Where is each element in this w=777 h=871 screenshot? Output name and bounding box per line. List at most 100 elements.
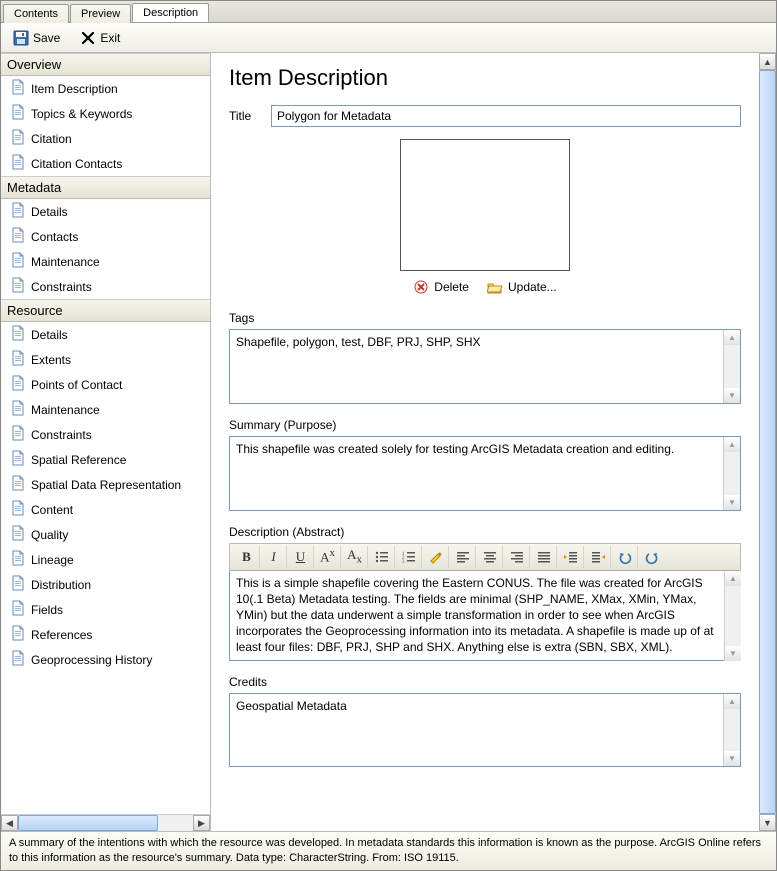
sidebar-item-label: Lineage bbox=[31, 553, 74, 567]
scroll-thumb[interactable] bbox=[18, 815, 158, 831]
rte-highlight-button[interactable] bbox=[423, 546, 449, 568]
tab-description[interactable]: Description bbox=[132, 3, 209, 22]
credits-scrollbar[interactable]: ▲▼ bbox=[723, 694, 740, 767]
top-tab-bar: Contents Preview Description bbox=[1, 1, 776, 23]
toolbar: Save Exit bbox=[1, 23, 776, 53]
sidebar-item-metadata-1[interactable]: Contacts bbox=[1, 224, 210, 249]
rte-align-justify-button[interactable] bbox=[531, 546, 557, 568]
document-icon bbox=[11, 450, 25, 469]
sidebar-item-resource-12[interactable]: References bbox=[1, 622, 210, 647]
document-icon bbox=[11, 600, 25, 619]
sidebar-item-label: Distribution bbox=[31, 578, 91, 592]
folder-open-icon bbox=[487, 279, 503, 295]
credits-textarea[interactable] bbox=[230, 694, 740, 767]
sidebar-item-resource-8[interactable]: Quality bbox=[1, 522, 210, 547]
thumbnail-box bbox=[400, 139, 570, 271]
thumbnail-update-button[interactable]: Update... bbox=[487, 279, 557, 295]
sidebar-header-resource: Resource bbox=[1, 299, 210, 322]
scroll-up-button[interactable]: ▲ bbox=[759, 53, 776, 70]
sidebar-item-resource-5[interactable]: Spatial Reference bbox=[1, 447, 210, 472]
thumbnail-update-label: Update... bbox=[508, 280, 557, 294]
sidebar-item-metadata-3[interactable]: Constraints bbox=[1, 274, 210, 299]
sidebar-item-resource-10[interactable]: Distribution bbox=[1, 572, 210, 597]
sidebar-item-resource-1[interactable]: Extents bbox=[1, 347, 210, 372]
status-bar: A summary of the intentions with which t… bbox=[1, 831, 776, 870]
thumbnail-delete-button[interactable]: Delete bbox=[413, 279, 469, 295]
sidebar-item-metadata-0[interactable]: Details bbox=[1, 199, 210, 224]
document-icon bbox=[11, 650, 25, 669]
sidebar-item-label: Details bbox=[31, 328, 68, 342]
sidebar-item-resource-9[interactable]: Lineage bbox=[1, 547, 210, 572]
document-icon bbox=[11, 625, 25, 644]
sidebar-item-resource-4[interactable]: Constraints bbox=[1, 422, 210, 447]
title-input[interactable] bbox=[271, 105, 741, 127]
sidebar-item-label: Content bbox=[31, 503, 73, 517]
tab-preview[interactable]: Preview bbox=[70, 4, 131, 23]
sidebar-item-overview-2[interactable]: Citation bbox=[1, 126, 210, 151]
tags-textarea[interactable] bbox=[230, 330, 740, 403]
document-icon bbox=[11, 375, 25, 394]
rte-undo-button[interactable] bbox=[612, 546, 638, 568]
sidebar-item-label: Quality bbox=[31, 528, 68, 542]
sidebar-item-label: Spatial Data Representation bbox=[31, 478, 181, 492]
description-editor[interactable]: This is a simple shapefile covering the … bbox=[229, 571, 741, 661]
rte-align-center-button[interactable] bbox=[477, 546, 503, 568]
document-icon bbox=[11, 227, 25, 246]
rte-subscript-button[interactable]: Ax bbox=[342, 546, 368, 568]
sidebar-item-resource-6[interactable]: Spatial Data Representation bbox=[1, 472, 210, 497]
sidebar-header-metadata: Metadata bbox=[1, 176, 210, 199]
exit-label: Exit bbox=[100, 31, 120, 45]
rte-numbered-list-button[interactable]: 123 bbox=[396, 546, 422, 568]
rte-indent-button[interactable] bbox=[585, 546, 611, 568]
sidebar-item-overview-0[interactable]: Item Description bbox=[1, 76, 210, 101]
svg-text:3: 3 bbox=[402, 560, 405, 565]
description-scrollbar[interactable]: ▲▼ bbox=[724, 571, 741, 661]
sidebar-item-label: Geoprocessing History bbox=[31, 653, 152, 667]
sidebar-item-resource-11[interactable]: Fields bbox=[1, 597, 210, 622]
rte-redo-button[interactable] bbox=[639, 546, 665, 568]
document-icon bbox=[11, 104, 25, 123]
document-icon bbox=[11, 425, 25, 444]
sidebar-horizontal-scrollbar[interactable]: ◀ ▶ bbox=[1, 814, 210, 831]
rte-bold-button[interactable]: B bbox=[234, 546, 260, 568]
rte-outdent-button[interactable] bbox=[558, 546, 584, 568]
sidebar-item-overview-3[interactable]: Citation Contacts bbox=[1, 151, 210, 176]
sidebar-header-overview: Overview bbox=[1, 53, 210, 76]
sidebar-item-label: Contacts bbox=[31, 230, 78, 244]
sidebar-item-resource-7[interactable]: Content bbox=[1, 497, 210, 522]
scroll-thumb[interactable] bbox=[759, 70, 776, 814]
sidebar-item-label: Topics & Keywords bbox=[31, 107, 132, 121]
scroll-down-button[interactable]: ▼ bbox=[759, 814, 776, 831]
document-icon bbox=[11, 79, 25, 98]
rte-align-left-button[interactable] bbox=[450, 546, 476, 568]
rte-superscript-button[interactable]: Ax bbox=[315, 546, 341, 568]
save-label: Save bbox=[33, 31, 60, 45]
thumbnail-delete-label: Delete bbox=[434, 280, 469, 294]
rte-italic-button[interactable]: I bbox=[261, 546, 287, 568]
summary-scrollbar[interactable]: ▲▼ bbox=[723, 437, 740, 510]
sidebar-item-metadata-2[interactable]: Maintenance bbox=[1, 249, 210, 274]
title-label: Title bbox=[229, 109, 261, 123]
sidebar-item-label: Details bbox=[31, 205, 68, 219]
delete-icon bbox=[413, 279, 429, 295]
close-icon bbox=[80, 30, 96, 46]
save-button[interactable]: Save bbox=[9, 28, 64, 48]
tags-scrollbar[interactable]: ▲▼ bbox=[723, 330, 740, 403]
rte-align-right-button[interactable] bbox=[504, 546, 530, 568]
rte-bullet-list-button[interactable] bbox=[369, 546, 395, 568]
sidebar-item-label: Maintenance bbox=[31, 403, 100, 417]
rte-underline-button[interactable]: U bbox=[288, 546, 314, 568]
scroll-left-button[interactable]: ◀ bbox=[1, 815, 18, 831]
document-icon bbox=[11, 129, 25, 148]
scroll-right-button[interactable]: ▶ bbox=[193, 815, 210, 831]
sidebar-item-resource-2[interactable]: Points of Contact bbox=[1, 372, 210, 397]
sidebar-item-resource-3[interactable]: Maintenance bbox=[1, 397, 210, 422]
exit-button[interactable]: Exit bbox=[76, 28, 124, 48]
sidebar-item-resource-0[interactable]: Details bbox=[1, 322, 210, 347]
sidebar-item-label: Extents bbox=[31, 353, 71, 367]
summary-textarea[interactable] bbox=[230, 437, 740, 510]
sidebar-item-resource-13[interactable]: Geoprocessing History bbox=[1, 647, 210, 672]
content-vertical-scrollbar[interactable]: ▲ ▼ bbox=[759, 53, 776, 831]
sidebar-item-overview-1[interactable]: Topics & Keywords bbox=[1, 101, 210, 126]
tab-contents[interactable]: Contents bbox=[3, 4, 69, 23]
